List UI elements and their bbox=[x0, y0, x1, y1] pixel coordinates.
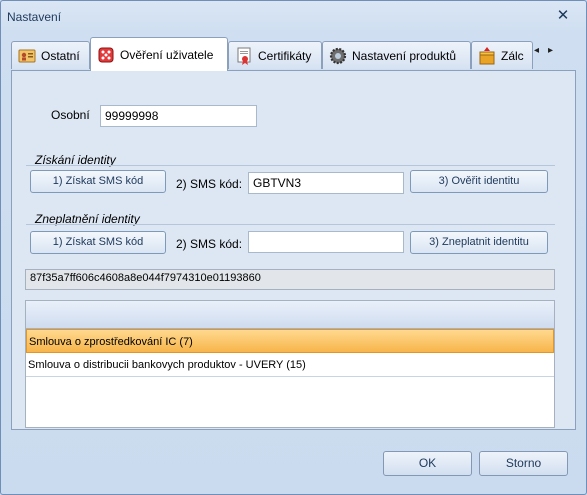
tab-label: Zálc bbox=[501, 48, 524, 63]
tab-product-settings[interactable]: Nastavení produktů bbox=[322, 41, 471, 69]
sms-code-field[interactable]: GBTVN3 bbox=[248, 172, 404, 194]
settings-dialog: Nastavení ✕ Ostatní Ověření uživatele Ce… bbox=[0, 0, 587, 495]
ok-button[interactable]: OK bbox=[383, 451, 472, 476]
list-header bbox=[26, 301, 554, 329]
tab-scroll-left[interactable]: ◂ bbox=[534, 45, 539, 56]
user-label: Osobní bbox=[51, 108, 90, 122]
tab-label: Certifikáty bbox=[258, 48, 312, 63]
list-item[interactable]: Smlouva o distribucii bankovych produkto… bbox=[26, 353, 554, 377]
sms-code-revoke-field[interactable] bbox=[248, 231, 404, 253]
tab-label: Ostatní bbox=[41, 48, 80, 63]
tab-strip: Ostatní Ověření uživatele Certifikáty Na… bbox=[11, 37, 576, 71]
tab-backup[interactable]: Zálc bbox=[471, 41, 533, 69]
dice-icon bbox=[97, 46, 115, 64]
revoke-identity-button[interactable]: 3) Zneplatnit identitu bbox=[410, 231, 548, 254]
tab-user-verification[interactable]: Ověření uživatele bbox=[90, 37, 228, 71]
divider bbox=[26, 224, 555, 225]
user-verification-panel: Osobní 99999998 Získání identity 1) Získ… bbox=[11, 70, 576, 430]
user-id-field[interactable]: 99999998 bbox=[100, 105, 257, 127]
list-item[interactable]: Smlouva o zprostředkování IC (7) bbox=[26, 329, 554, 353]
tab-scroll-right[interactable]: ▸ bbox=[548, 45, 553, 56]
title-bar: Nastavení ✕ bbox=[1, 1, 586, 31]
certificate-icon bbox=[235, 47, 253, 65]
tab-certificates[interactable]: Certifikáty bbox=[228, 41, 322, 69]
get-sms-code-button[interactable]: 1) Získat SMS kód bbox=[30, 170, 166, 193]
get-sms-code-revoke-button[interactable]: 1) Získat SMS kód bbox=[30, 231, 166, 254]
identity-hash-field: 87f35a7ff606c4608a8e044f7974310e01193860 bbox=[25, 269, 555, 290]
id-card-icon bbox=[18, 47, 36, 65]
divider bbox=[26, 165, 555, 166]
sms-code-label: 2) SMS kód: bbox=[176, 177, 243, 191]
verify-identity-button[interactable]: 3) Ověřit identitu bbox=[410, 170, 548, 193]
box-icon bbox=[478, 46, 496, 65]
tab-ostatni[interactable]: Ostatní bbox=[11, 41, 90, 69]
gear-icon bbox=[329, 47, 347, 65]
cancel-button[interactable]: Storno bbox=[479, 451, 568, 476]
sms-code-revoke-label: 2) SMS kód: bbox=[176, 237, 243, 251]
close-button[interactable]: ✕ bbox=[552, 7, 574, 24]
contracts-list: Smlouva o zprostředkování IC (7) Smlouva… bbox=[25, 300, 555, 428]
tab-label: Ověření uživatele bbox=[120, 47, 214, 62]
window-title: Nastavení bbox=[7, 10, 62, 24]
tab-label: Nastavení produktů bbox=[352, 48, 457, 63]
